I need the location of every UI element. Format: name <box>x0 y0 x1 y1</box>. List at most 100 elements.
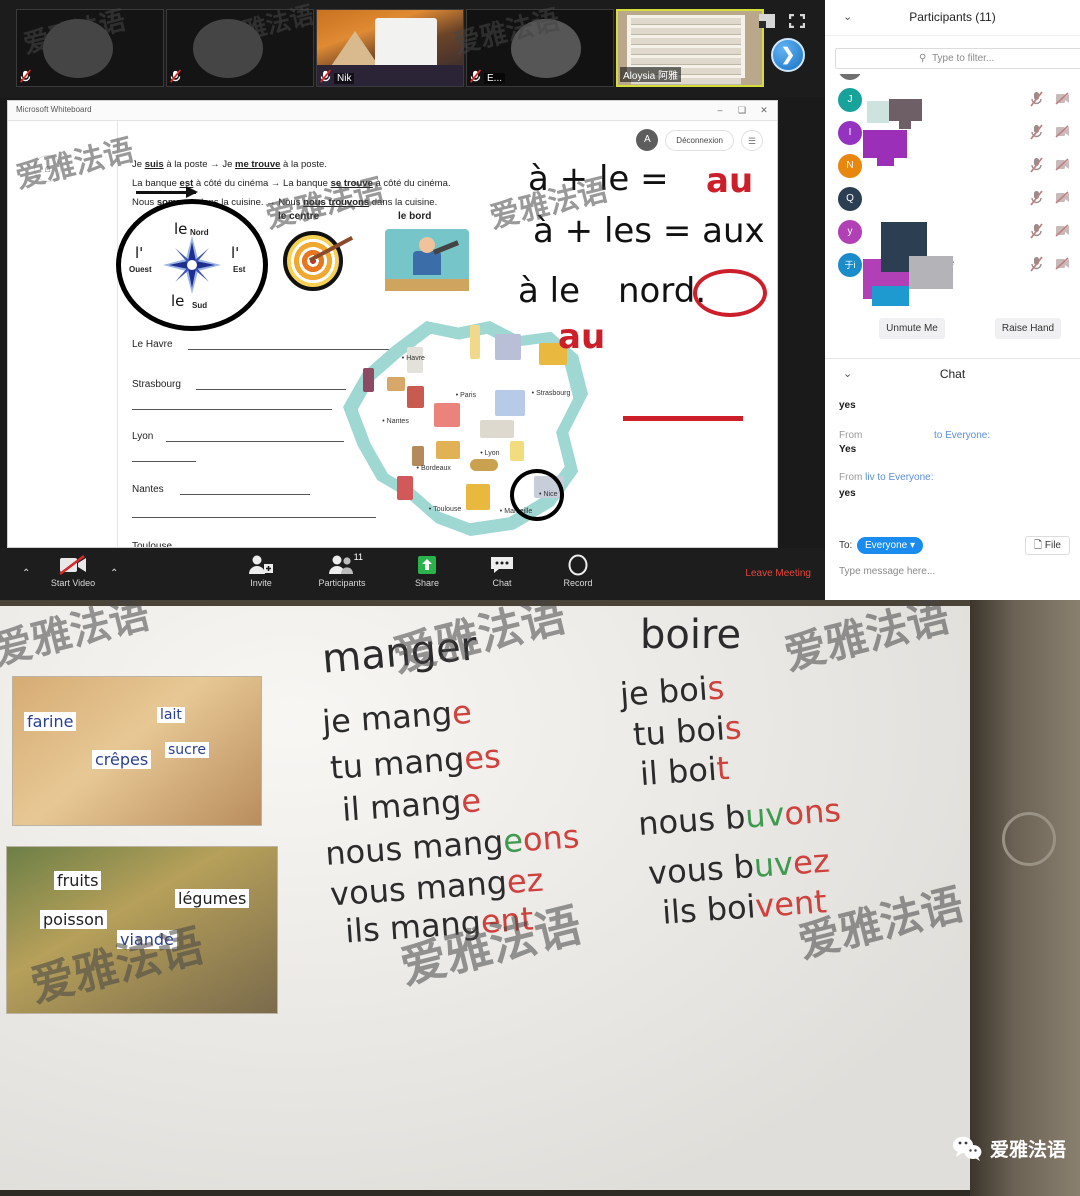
annotation-strikethrough <box>623 416 743 421</box>
handwriting-example-wrong: à le <box>518 271 581 311</box>
video-options-caret[interactable]: ⌃ <box>110 568 118 579</box>
verb-row-boire: je bois <box>618 668 726 714</box>
chat-recipient-dropdown[interactable]: Everyone ▾ <box>857 537 924 554</box>
zoom-meeting-window: Nik E... Aloysia 阿雅 爱雅法语 爱雅法语 爱雅法语 ❯ Mic… <box>0 0 825 600</box>
tablet-home-button[interactable] <box>1002 812 1056 866</box>
invite-label: Invite <box>250 578 272 588</box>
video-thumbnail-active[interactable]: Aloysia 阿雅 <box>616 9 764 87</box>
food-label: légumes <box>175 889 250 908</box>
participant-row[interactable]: y <box>825 216 1080 249</box>
home-icon[interactable]: ⌂ <box>34 155 61 182</box>
invite-button[interactable]: Invite <box>226 554 296 588</box>
map-city: Toulouse <box>429 506 461 513</box>
wechat-account-name: 爱雅法语 <box>989 1139 1066 1161</box>
share-button[interactable]: Share <box>392 554 462 588</box>
window-title: Microsoft Whiteboard <box>16 105 92 114</box>
thumbnail-name: E... <box>484 73 506 84</box>
close-button[interactable]: ✕ <box>757 105 771 116</box>
compass-label-nord: Nord <box>190 228 209 237</box>
handwriting-rule-1: à + le = <box>528 159 669 199</box>
record-icon <box>568 554 588 576</box>
next-page-arrow-icon[interactable]: ❯ <box>771 38 805 72</box>
verb-row-boire: il boit <box>638 748 731 794</box>
thumbnail-name: Aloysia 阿雅 <box>620 67 682 82</box>
zoom-side-panel: ⌄ Participants (11) ⚲ Type to filter... … <box>825 0 1080 600</box>
hamburger-menu-icon[interactable]: ☰ <box>741 129 763 151</box>
search-icon: ⚲ <box>919 53 927 64</box>
chat-panel-header: ⌄ Chat <box>825 358 1080 388</box>
video-off-icon[interactable] <box>1055 257 1070 270</box>
audio-options-caret[interactable]: ⌃ <box>22 568 30 579</box>
video-off-icon[interactable] <box>1055 191 1070 204</box>
video-thumbnail[interactable] <box>166 9 314 87</box>
start-video-button[interactable]: Start Video <box>38 554 108 588</box>
fullscreen-icon[interactable] <box>789 14 805 28</box>
video-off-icon[interactable] <box>1055 125 1070 138</box>
compass-label-sud: Sud <box>192 301 208 310</box>
food-label: lait <box>157 707 185 723</box>
handwriting-rule-2: à + les = aux <box>533 211 765 251</box>
unmute-me-button[interactable]: Unmute Me <box>879 318 945 339</box>
maximize-button[interactable]: ❑ <box>735 105 749 116</box>
city-label: Lyon <box>132 431 154 442</box>
handwriting-example-rest: nord. <box>618 271 707 311</box>
label-le-centre: le centre <box>278 211 320 222</box>
handwriting-rule-1-result: au <box>706 161 754 201</box>
video-thumbnail[interactable]: Nik <box>316 9 464 87</box>
minimize-button[interactable]: – <box>713 105 727 115</box>
chat-bubble-icon <box>491 557 513 573</box>
chat-file-button[interactable]: 🗋 File <box>1025 536 1070 555</box>
participants-button[interactable]: 11 Participants <box>307 552 377 588</box>
chat-message-from-suffix: to Everyone: <box>934 430 991 441</box>
thumbnail-name: Nik <box>334 73 355 84</box>
avatar: Q <box>838 187 862 211</box>
muted-mic-icon <box>19 69 32 83</box>
city-label: Nantes <box>132 484 164 495</box>
participants-panel-title: Participants (11) <box>909 10 996 24</box>
muted-mic-icon <box>319 69 332 83</box>
wechat-logo-icon <box>952 1136 982 1161</box>
compass-label-ouest: Ouest <box>129 265 152 274</box>
chat-label: Chat <box>492 578 512 588</box>
mic-muted-icon[interactable] <box>1029 223 1044 240</box>
logout-button[interactable]: Déconnexion <box>665 129 734 151</box>
chat-button[interactable]: Chat <box>467 554 537 588</box>
participant-row[interactable]: Q <box>825 183 1080 216</box>
video-off-icon[interactable] <box>1055 158 1070 171</box>
chat-message-input[interactable]: Type message here... <box>839 566 935 577</box>
video-off-icon[interactable] <box>1055 224 1070 237</box>
participants-list[interactable]: J I N Q y 于i <box>825 74 1080 306</box>
chat-to-label: To: <box>839 540 853 551</box>
leave-meeting-button[interactable]: Leave Meeting <box>745 568 811 579</box>
raise-hand-button[interactable]: Raise Hand <box>995 318 1061 339</box>
mic-muted-icon[interactable] <box>1029 91 1044 108</box>
record-button[interactable]: Record <box>543 554 613 588</box>
share-label: Share <box>414 578 440 588</box>
chat-message-from-name: liv <box>865 472 875 483</box>
pointer-arrow <box>136 186 198 198</box>
participant-row[interactable]: J <box>825 84 1080 117</box>
participants-filter-input[interactable]: ⚲ Type to filter... <box>835 48 1080 69</box>
chat-panel-title: Chat <box>939 367 966 381</box>
chat-message-body: yes <box>839 488 856 499</box>
mic-muted-icon[interactable] <box>1029 157 1044 174</box>
video-thumbnail[interactable] <box>16 9 164 87</box>
mic-muted-icon[interactable] <box>1029 256 1044 273</box>
layout-view-icon[interactable] <box>759 14 775 28</box>
sentence-line: Je suis à la poste → Je me trouve à la p… <box>132 159 327 170</box>
mic-muted-icon[interactable] <box>1029 124 1044 141</box>
food-label: fruits <box>54 871 102 890</box>
whiteboard-window: Microsoft Whiteboard – ❑ ✕ ⌂ A Déconnexi… <box>7 100 778 548</box>
video-thumbnail[interactable]: E... <box>466 9 614 87</box>
filter-placeholder: Type to filter... <box>932 53 995 64</box>
avatar[interactable]: A <box>636 129 659 151</box>
whiteboard-sidebar: ⌂ <box>8 121 118 547</box>
file-icon: 🗋 <box>1034 540 1043 551</box>
mic-muted-icon[interactable] <box>1029 190 1044 207</box>
map-city: Lyon <box>480 450 500 457</box>
target-dartboard-icon <box>283 231 354 291</box>
whiteboard-canvas[interactable]: A Déconnexion ☰ Je suis à la poste → Je … <box>12 121 777 547</box>
video-off-icon[interactable] <box>1055 92 1070 105</box>
sentence-line: La banque est à côté du cinéma → La banq… <box>132 178 451 189</box>
chevron-down-icon: ▾ <box>910 540 916 551</box>
